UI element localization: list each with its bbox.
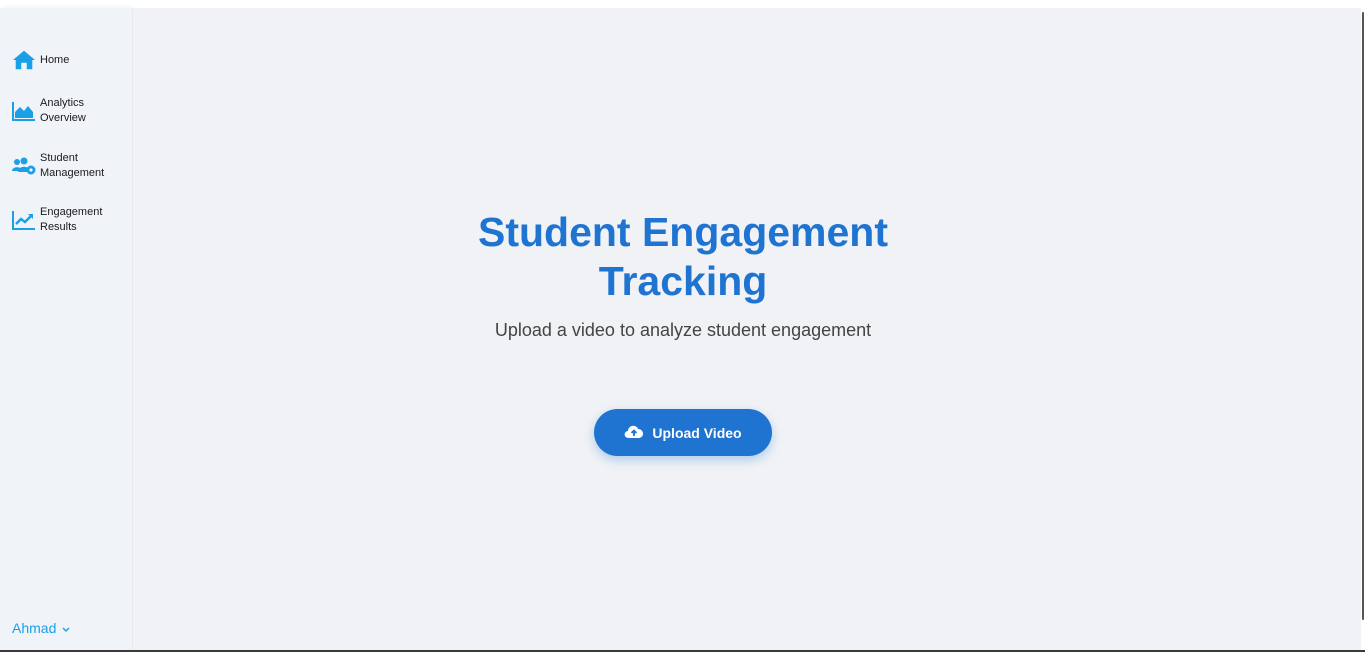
sidebar-item-home[interactable]: Home (12, 48, 69, 72)
upload-video-label: Upload Video (652, 424, 742, 441)
upload-video-button[interactable]: Upload Video (594, 409, 772, 456)
sidebar-item-label: Analytics Overview (40, 97, 86, 124)
users-gear-icon (12, 154, 36, 178)
sidebar-item-student-management[interactable]: Student Management (12, 151, 104, 181)
scrollbar-thumb[interactable] (1362, 12, 1364, 620)
user-menu[interactable]: Ahmad (12, 620, 70, 636)
cloud-upload-icon (624, 424, 652, 442)
sidebar-item-analytics-overview[interactable]: Analytics Overview (12, 96, 86, 126)
user-name: Ahmad (12, 620, 57, 636)
sidebar: Home Analytics Overview Student Manageme… (0, 8, 132, 651)
hero: Student Engagement Tracking Upload a vid… (133, 208, 1233, 341)
chevron-down-icon (56, 620, 70, 636)
sidebar-item-label: Student Management (40, 152, 105, 179)
sidebar-item-label: Home (40, 53, 70, 66)
line-chart-icon (12, 208, 36, 232)
main-content: Student Engagement Tracking Upload a vid… (133, 8, 1361, 651)
home-icon (12, 48, 36, 72)
page-title: Student Engagement Tracking (477, 209, 889, 304)
sidebar-item-engagement-results[interactable]: Engagement Results (12, 205, 102, 235)
area-chart-icon (12, 99, 36, 123)
top-strip (0, 0, 1365, 8)
sidebar-item-label: Engagement Results (40, 206, 103, 233)
page-subtitle: Upload a video to analyze student engage… (494, 320, 872, 340)
